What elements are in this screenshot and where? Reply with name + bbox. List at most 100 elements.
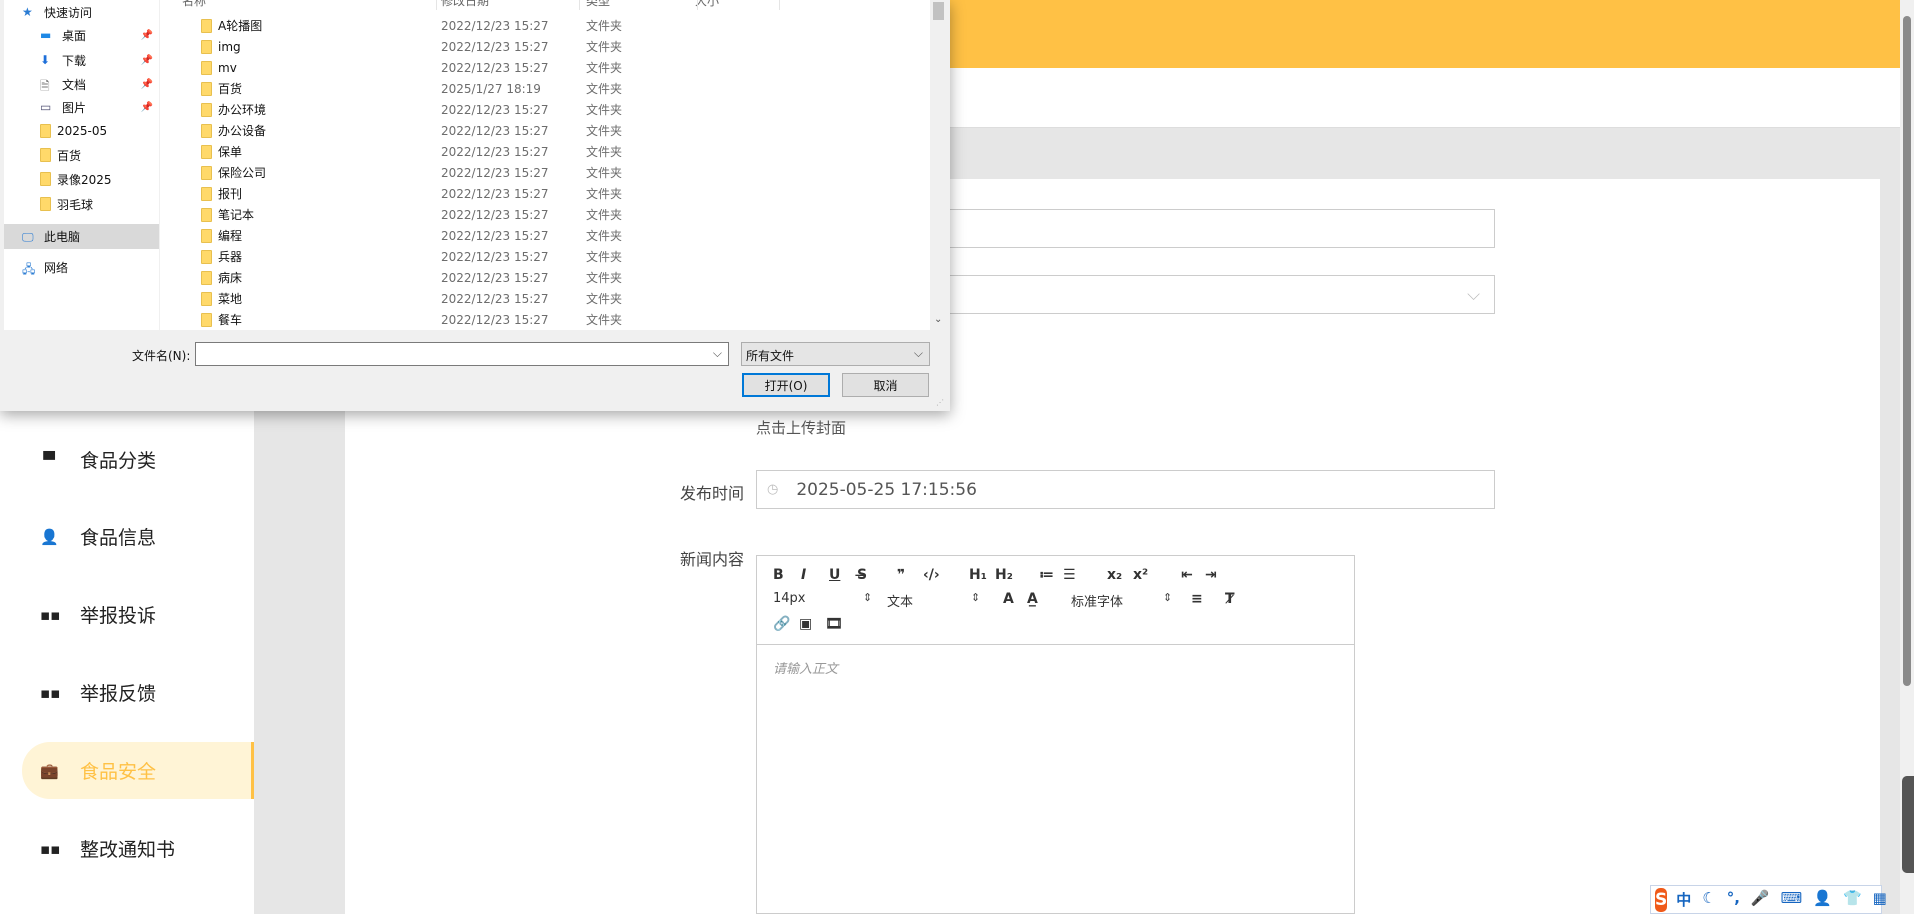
nav-item[interactable]: 🗎 文档 📌 [4,72,159,96]
user-icon: 👤 [40,527,59,546]
upload-cover-button[interactable]: 点击上传封面 [756,417,846,438]
file-row[interactable]: 病床 2022/12/23 15:27 文件夹 [160,267,930,288]
sidebar-item-label: 食品信息 [80,527,157,549]
ordered-list-icon[interactable]: ≔ [1039,567,1054,583]
sidebar-item-1[interactable]: ▀ 食品分类 [22,431,254,488]
ime-item-5-icon[interactable]: ⌨ [1781,889,1803,910]
file-row[interactable]: 笔记本 2022/12/23 15:27 文件夹 [160,204,930,225]
column-divider[interactable] [779,0,780,10]
nav-item[interactable]: ▬ 桌面 📌 [4,23,159,47]
nav-item-label: 文档 [62,77,87,92]
file-row[interactable]: 百货 2025/1/27 18:19 文件夹 [160,78,930,99]
sidebar-item-2[interactable]: 👤 食品信息 [22,508,254,565]
h1-icon[interactable]: H₁ [969,567,987,583]
clock-icon: ◷ [767,482,779,497]
align-icon[interactable]: ≡ [1191,591,1203,607]
sidebar-item-3[interactable]: ▪▪ 举报投诉 [22,586,254,643]
ime-item-6-icon[interactable]: 👤 [1813,889,1832,910]
file-row[interactable]: 保险公司 2022/12/23 15:27 文件夹 [160,162,930,183]
file-type: 文件夹 [586,313,623,327]
code-block-icon[interactable]: ‹/› [923,567,940,583]
nav-item[interactable]: 🖧 网络 [4,255,159,279]
file-row[interactable]: 兵器 2022/12/23 15:27 文件夹 [160,246,930,267]
h2-icon[interactable]: H₂ [995,567,1013,583]
download-icon: ⬇ [40,53,51,67]
bold-icon[interactable]: B [773,567,784,583]
background-icon[interactable]: A̲ [1027,591,1038,607]
nav-item[interactable]: ★ 快速访问 [4,0,159,24]
resize-grip-icon[interactable]: ⋰ [936,398,944,407]
nav-item[interactable]: 2025-05 [4,119,159,143]
ime-item-7-icon[interactable]: 👕 [1843,889,1862,910]
outdent-icon[interactable]: ⇤ [1181,567,1193,583]
folder-icon [201,18,212,33]
header-select[interactable]: 文本 ⇕ [887,591,980,610]
sogou-logo-icon[interactable]: S [1655,887,1668,912]
bullet-list-icon[interactable]: ☰ [1063,567,1076,583]
sidebar-item-label: 整改通知书 [80,839,176,861]
font-family-select[interactable]: 标准字体 ⇕ [1071,591,1172,610]
file-row[interactable]: 编程 2022/12/23 15:27 文件夹 [160,225,930,246]
column-header[interactable]: 大小 [695,0,719,8]
video-icon[interactable]: 🎞 [825,616,843,632]
scrollbar-thumb[interactable] [933,2,944,20]
column-header[interactable]: 修改日期 [441,0,489,8]
ime-item-1-icon[interactable]: 中 [1676,889,1691,910]
filetype-select[interactable]: 所有文件 ⌵ [741,342,930,366]
side-widget[interactable] [1902,776,1914,873]
sidebar-item-4[interactable]: ▪▪ 举报反馈 [22,664,254,721]
file-row[interactable]: mv 2022/12/23 15:27 文件夹 [160,57,930,78]
nav-item[interactable]: 🖵 此电脑 [4,224,159,249]
nav-item[interactable]: ▭ 图片 📌 [4,95,159,119]
publish-time-input[interactable]: ◷ 2025-05-25 17:15:56 [756,470,1495,509]
nav-item[interactable]: 百货 [4,143,159,167]
chevron-down-icon[interactable]: ⌵ [713,346,722,361]
indent-icon[interactable]: ⇥ [1205,567,1217,583]
editor-body[interactable]: 请输入正文 [773,658,838,677]
column-divider[interactable] [579,0,580,10]
chevron-down-icon: ⌵ [1467,284,1480,305]
pin-icon: 📌 [140,101,153,113]
cancel-button[interactable]: 取消 [842,373,929,397]
file-row[interactable]: 保单 2022/12/23 15:27 文件夹 [160,141,930,162]
column-divider[interactable] [697,0,698,10]
ime-item-2-icon[interactable]: ☾ [1702,889,1715,910]
scroll-down-icon[interactable]: ⌄ [934,314,942,325]
page-scrollbar-thumb[interactable] [1903,16,1911,686]
image-icon[interactable]: ▣ [799,616,812,632]
ime-item-8-icon[interactable]: ▦ [1873,889,1887,910]
file-row[interactable]: A轮播图 2022/12/23 15:27 文件夹 [160,15,930,36]
nav-item[interactable]: 录像2025 [4,167,159,191]
file-row[interactable]: img 2022/12/23 15:27 文件夹 [160,36,930,57]
underline-icon[interactable]: U [829,567,840,583]
file-row[interactable]: 报刊 2022/12/23 15:27 文件夹 [160,183,930,204]
nav-item[interactable]: ⬇ 下载 📌 [4,48,159,72]
open-button[interactable]: 打开(O) [742,373,830,397]
content-label: 新闻内容 [680,550,745,569]
superscript-icon[interactable]: x² [1133,567,1148,583]
link-icon[interactable]: 🔗 [773,616,790,632]
subscript-icon[interactable]: x₂ [1107,567,1122,583]
blockquote-icon[interactable]: ❞ [897,567,905,583]
filename-input[interactable]: ⌵ [195,342,729,366]
ime-item-3-icon[interactable]: °, [1727,889,1740,910]
strike-icon[interactable]: S̶ [857,567,867,583]
file-row[interactable]: 办公环境 2022/12/23 15:27 文件夹 [160,99,930,120]
sidebar-item-6[interactable]: ▪▪ 整改通知书 [22,820,254,877]
file-row[interactable]: 餐车 2022/12/23 15:27 文件夹 [160,309,930,330]
font-size-select[interactable]: 14px ⇕ [773,591,872,606]
sidebar-item-5[interactable]: 💼 食品安全 [22,742,254,799]
file-row[interactable]: 菜地 2022/12/23 15:27 文件夹 [160,288,930,309]
file-row[interactable]: 办公设备 2022/12/23 15:27 文件夹 [160,120,930,141]
column-header[interactable]: 名称 [182,0,206,8]
italic-icon[interactable]: I [801,567,806,583]
clean-icon[interactable]: T̷ [1225,591,1235,607]
font-color-icon[interactable]: A [1003,591,1014,607]
nav-item[interactable]: 羽毛球 [4,192,159,216]
column-divider[interactable] [436,0,437,10]
file-list-scrollbar[interactable]: ⌄ [930,0,947,330]
column-header[interactable]: 类型 [586,0,610,8]
nav-item-label: 录像2025 [57,172,112,187]
ime-item-4-icon[interactable]: 🎤 [1751,889,1770,910]
ime-toolbar[interactable]: S 中 ☾ °, 🎤 ⌨ 👤 👕 ▦ [1650,885,1887,914]
